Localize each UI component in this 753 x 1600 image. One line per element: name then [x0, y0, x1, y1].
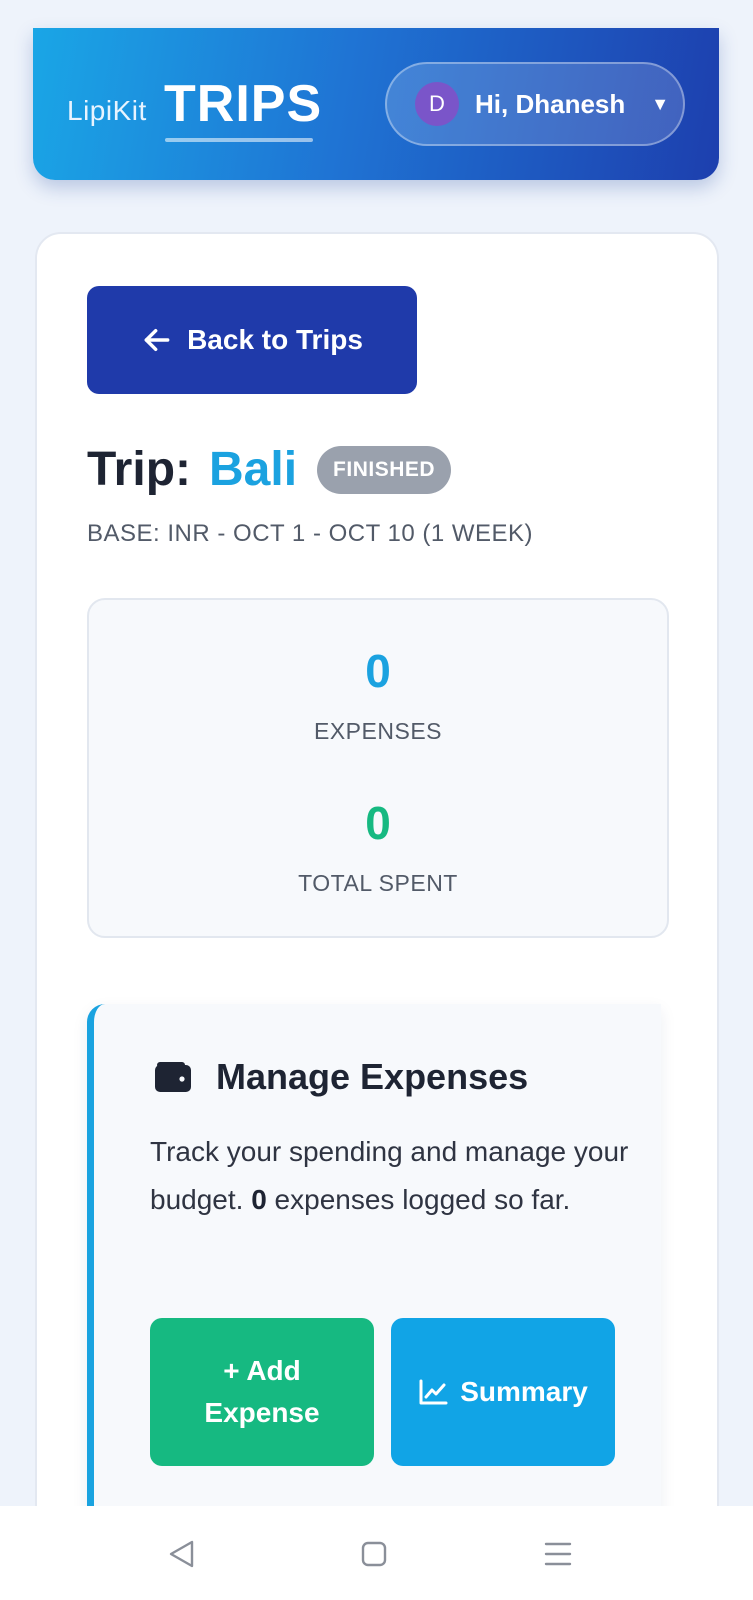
nav-home-icon — [361, 1541, 387, 1567]
user-greeting: Hi, Dhanesh — [475, 88, 626, 119]
manage-expenses-title: Manage Expenses — [216, 1056, 529, 1097]
system-nav-bar — [0, 1506, 753, 1600]
trip-meta: BASE: INR - OCT 1 - OCT 10 (1 WEEK) — [87, 520, 534, 547]
manage-expenses-header: Manage Expenses — [154, 1056, 528, 1098]
nav-home-button[interactable] — [354, 1534, 394, 1574]
expenses-label: EXPENSES — [314, 718, 442, 744]
brand-underline — [165, 138, 313, 142]
expenses-count: 0 — [365, 645, 391, 697]
chevron-down-icon: ▼ — [651, 93, 670, 114]
add-expense-button[interactable]: + Add Expense — [150, 1318, 374, 1466]
status-badge: FINISHED — [317, 445, 452, 494]
trip-stats-panel: 0 EXPENSES 0 TOTAL SPENT — [87, 598, 669, 938]
nav-menu-button[interactable] — [538, 1534, 578, 1574]
total-spent-value: 0 — [365, 797, 391, 849]
page-title: Trip: Bali FINISHED — [87, 442, 452, 497]
app-screen: LipiKit TRIPS D Hi, Dhanesh ▼ Back to Tr… — [0, 0, 753, 1600]
chart-line-icon — [419, 1379, 448, 1405]
manage-expenses-panel: Manage Expenses Track your spending and … — [87, 1004, 661, 1564]
nav-menu-icon — [544, 1542, 572, 1566]
wallet-icon — [155, 1062, 191, 1092]
logged-expenses-count: 0 — [251, 1184, 267, 1215]
back-to-trips-button[interactable]: Back to Trips — [87, 286, 417, 394]
summary-button[interactable]: Summary — [391, 1318, 615, 1466]
summary-label: Summary — [460, 1376, 588, 1407]
brand-name-small: LipiKit — [67, 95, 147, 126]
brand-name-large[interactable]: TRIPS — [164, 74, 322, 134]
app-header: LipiKit TRIPS D Hi, Dhanesh ▼ — [33, 28, 719, 180]
manage-expenses-description: Track your spending and manage your budg… — [150, 1128, 630, 1224]
trip-name: Bali — [209, 443, 298, 496]
user-menu-button[interactable]: D Hi, Dhanesh ▼ — [385, 62, 685, 146]
nav-back-icon — [169, 1540, 194, 1568]
back-to-trips-label: Back to Trips — [187, 324, 363, 355]
trip-title-prefix: Trip: — [87, 443, 191, 496]
avatar: D — [415, 82, 459, 126]
nav-back-button[interactable] — [162, 1534, 202, 1574]
description-text-end: expenses logged so far. — [266, 1184, 571, 1215]
trip-detail-card: Back to Trips Trip: Bali FINISHED BASE: … — [35, 232, 719, 1564]
add-expense-label: + Add Expense — [204, 1355, 320, 1428]
arrow-left-icon — [144, 328, 170, 352]
total-spent-label: TOTAL SPENT — [298, 870, 458, 896]
